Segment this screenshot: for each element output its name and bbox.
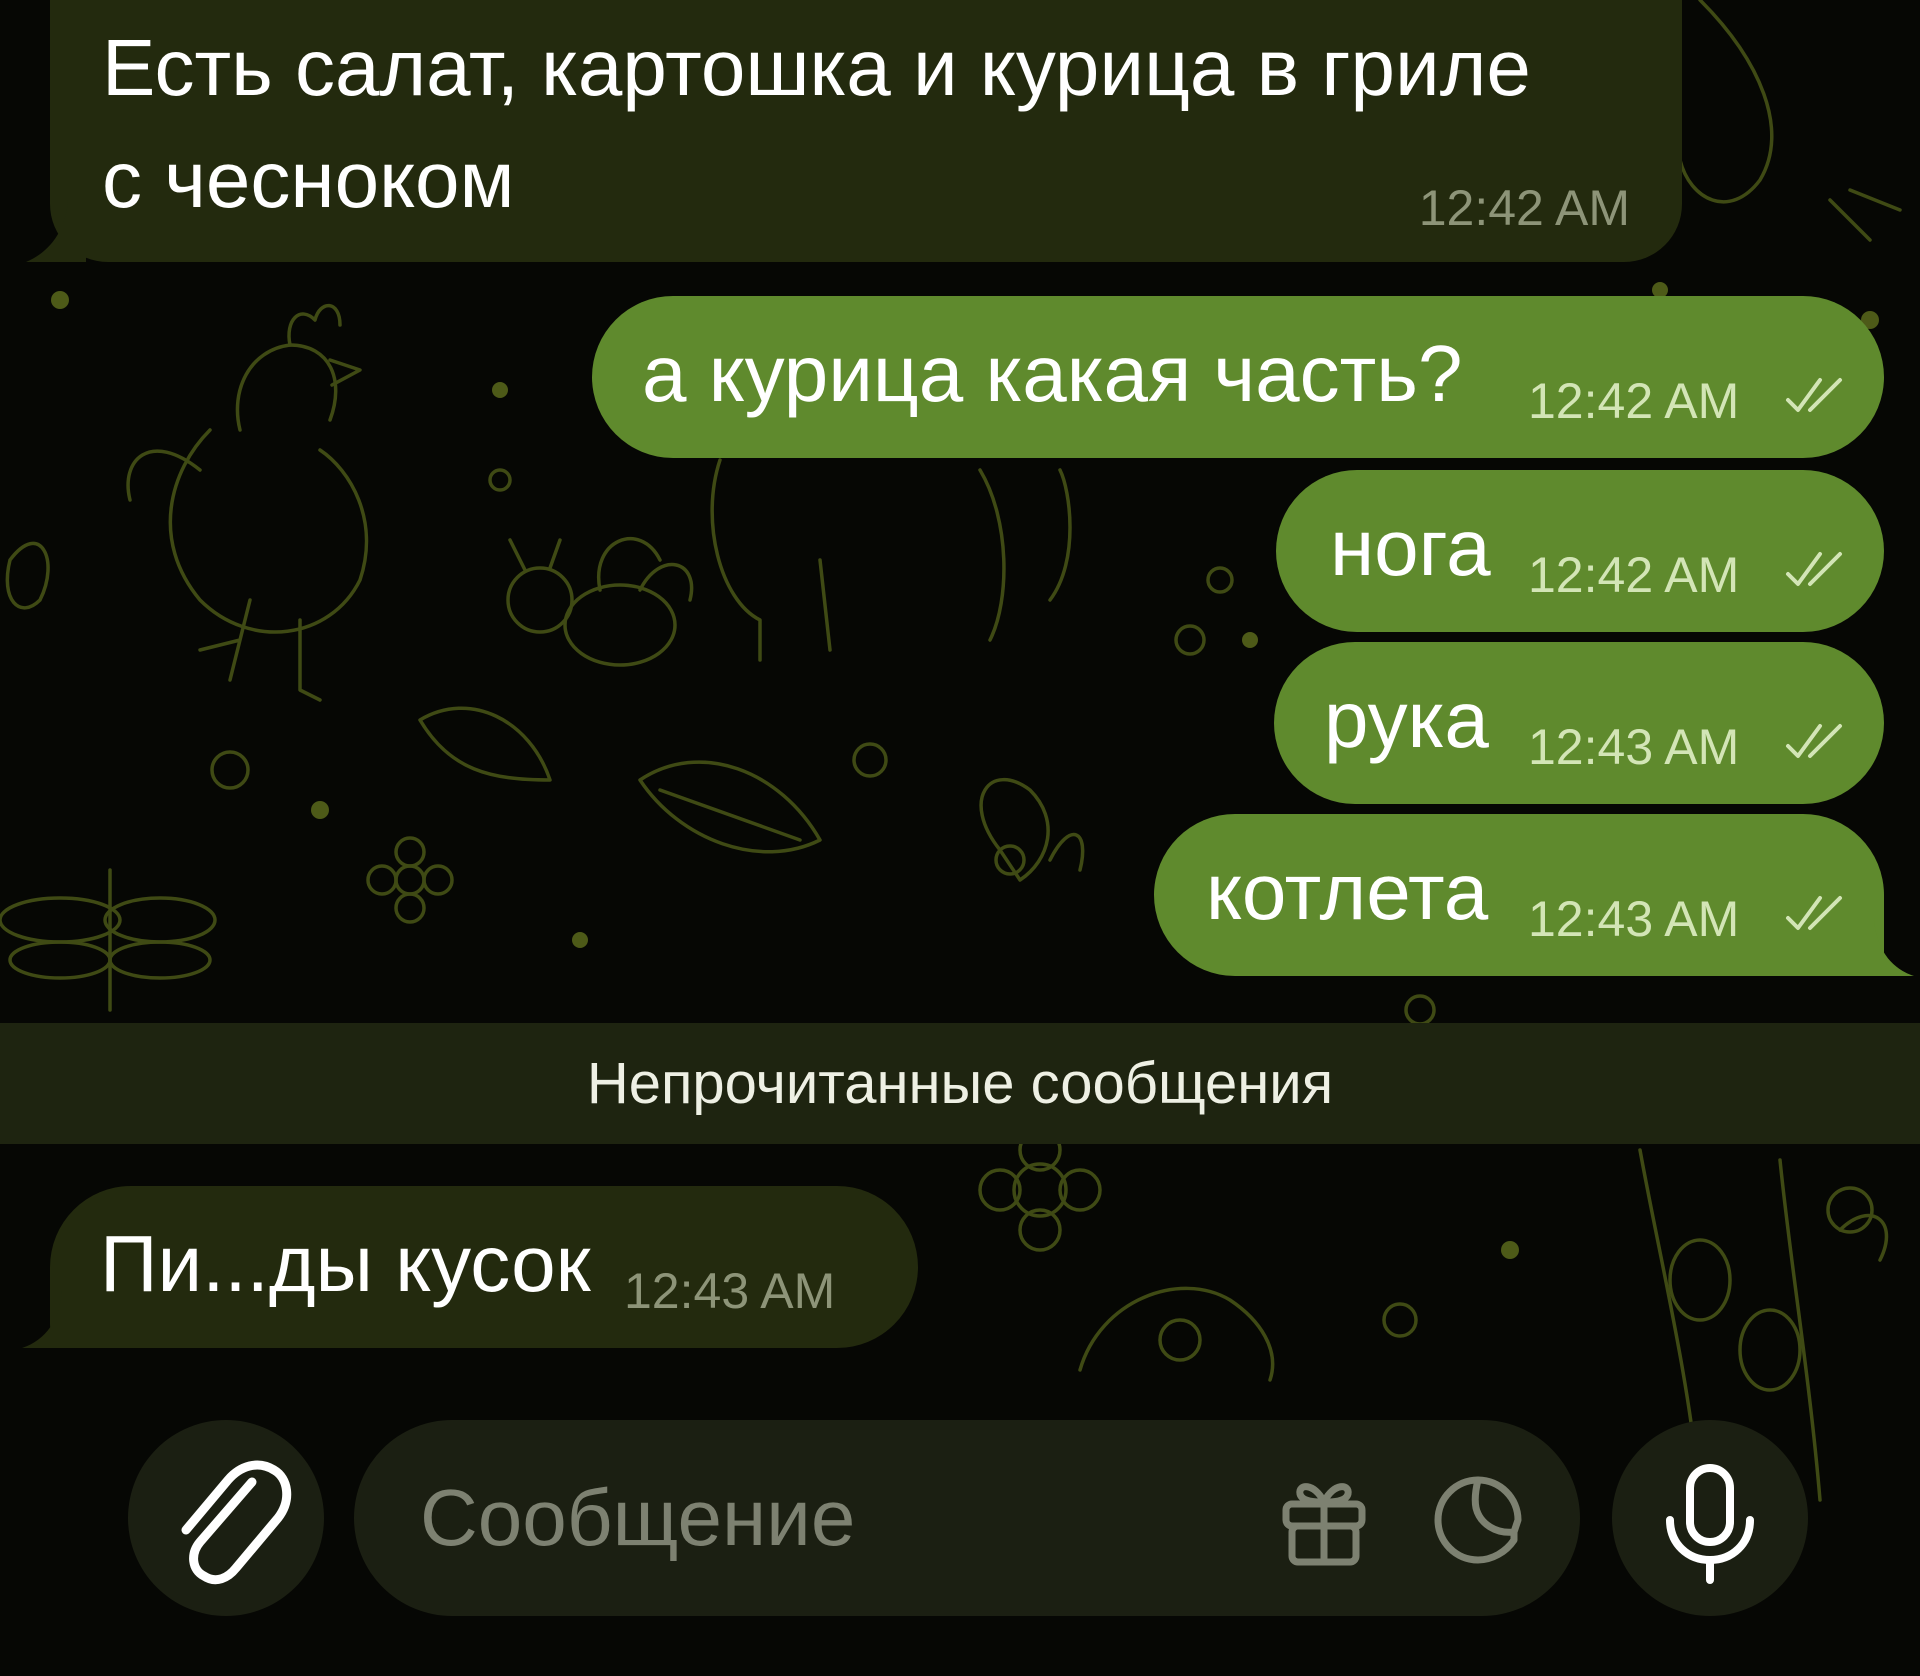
gift-icon (1282, 1483, 1366, 1566)
message-input-placeholder: Сообщение (420, 1473, 856, 1562)
message-outgoing[interactable]: котлета 12:43 AM (1154, 814, 1884, 976)
message-text: Пи...ды кусок (100, 1219, 591, 1308)
chat-screen: Есть салат, картошка и курица в гриле с … (0, 0, 1920, 1676)
microphone-icon (1666, 1464, 1754, 1584)
message-text: Есть салат, картошка и курица в гриле (102, 23, 1531, 112)
message-time: 12:42 AM (1418, 180, 1630, 236)
attach-button[interactable] (128, 1420, 324, 1616)
double-check-icon (1786, 378, 1842, 412)
message-input[interactable]: Сообщение (354, 1420, 1580, 1616)
gift-button[interactable] (1274, 1470, 1374, 1570)
unread-divider-label: Непрочитанные сообщения (586, 1051, 1334, 1116)
message-text: нога (1330, 503, 1491, 592)
bubble-tail (1854, 918, 1914, 976)
message-time: 12:43 AM (1528, 891, 1740, 947)
message-text: а курица какая часть? (642, 329, 1463, 418)
message-outgoing[interactable]: рука 12:43 AM (1274, 642, 1884, 804)
bee-doodle (506, 537, 694, 667)
bear-doodle (710, 458, 1072, 662)
double-check-icon (1786, 724, 1842, 758)
sticker-button[interactable] (1430, 1472, 1526, 1568)
bubble-tail (22, 1290, 82, 1348)
voice-record-button[interactable] (1612, 1420, 1808, 1616)
unread-messages-divider: Непрочитанные сообщения (0, 1023, 1920, 1144)
message-text: котлета (1206, 847, 1489, 936)
sticker-icon (1434, 1476, 1522, 1564)
double-check-icon (1786, 552, 1842, 586)
message-outgoing[interactable]: нога 12:42 AM (1276, 470, 1884, 632)
message-outgoing[interactable]: а курица какая часть? 12:42 AM (592, 296, 1884, 458)
message-time: 12:42 AM (1528, 373, 1740, 429)
leaf-doodles (5, 541, 822, 854)
dragonfly-doodle (0, 868, 217, 1012)
butterfly-doodle (979, 777, 1085, 882)
bubble-tail (26, 200, 86, 262)
message-time: 12:42 AM (1528, 547, 1740, 603)
hedgehog-doodle (1078, 1286, 1275, 1382)
message-text: рука (1324, 675, 1489, 764)
message-incoming[interactable]: Есть салат, картошка и курица в гриле с … (50, 0, 1682, 262)
message-text: с чесноком (102, 135, 515, 224)
paperclip-icon (181, 1460, 292, 1585)
penguin-doodle (1678, 0, 1902, 242)
message-time: 12:43 AM (624, 1263, 836, 1319)
chicken-doodle (126, 303, 369, 702)
message-incoming[interactable]: Пи...ды кусок 12:43 AM (50, 1186, 918, 1348)
double-check-icon (1786, 896, 1842, 930)
message-time: 12:43 AM (1528, 719, 1740, 775)
